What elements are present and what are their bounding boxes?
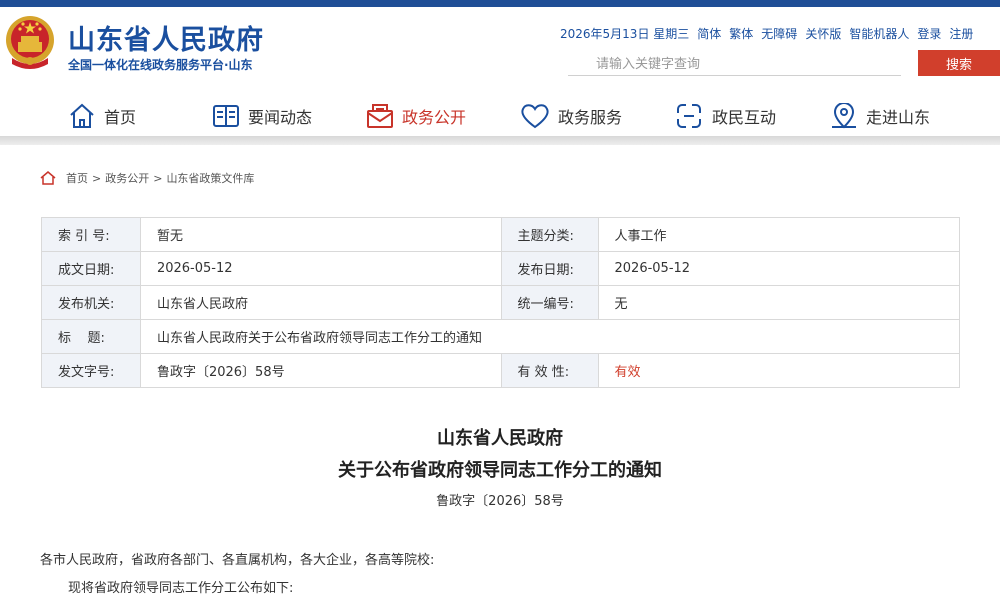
title-label: 标 题: [41, 319, 141, 354]
topic-value: 人事工作 [597, 217, 960, 252]
nav-item-gov-affairs[interactable]: 政务公开 [366, 96, 466, 136]
published-date-label: 发布日期: [500, 251, 599, 286]
doc-number-label: 发文字号: [41, 353, 141, 388]
register-link[interactable]: 注册 [949, 27, 973, 41]
nav-label-interaction: 政民互动 [712, 108, 777, 127]
document-paragraph: 现将省政府领导同志工作分工公布如下: [68, 581, 294, 596]
national-emblem-icon [6, 16, 54, 69]
issuer-value: 山东省人民政府 [139, 285, 502, 320]
nav-label-home: 首页 [104, 108, 137, 127]
table-row: 发布机关: 山东省人民政府 统一编号: 无 [41, 285, 960, 320]
nav-item-shandong[interactable]: 走进山东 [830, 96, 930, 136]
nav-item-services[interactable]: 政务服务 [520, 96, 622, 136]
top-links: 2026年5月13日 星期三 简体 繁体 无障碍 关怀版 智能机器人 登录 注册 [560, 25, 1000, 42]
breadcrumb-separator: > [153, 171, 163, 185]
title-value: 山东省人民政府关于公布省政府领导同志工作分工的通知 [139, 319, 961, 354]
issuer-label: 发布机关: [41, 285, 141, 320]
traditional-link[interactable]: 繁体 [729, 27, 753, 41]
current-date: 2026年5月13日 星期三 [560, 27, 690, 41]
doc-number-value: 鲁政字〔2026〕58号 [139, 353, 502, 388]
mail-icon [367, 104, 393, 128]
table-row: 成文日期: 2026-05-12 发布日期: 2026-05-12 [41, 251, 960, 286]
index-value: 暂无 [139, 217, 502, 252]
breadcrumb-home[interactable]: 首页 [66, 170, 88, 186]
home-icon [70, 103, 94, 128]
search-box [568, 52, 901, 76]
simplified-link[interactable]: 简体 [697, 27, 721, 41]
interaction-icon [677, 104, 701, 128]
robot-link[interactable]: 智能机器人 [849, 27, 909, 41]
nav-label-gov-affairs: 政务公开 [402, 108, 467, 127]
uniform-number-label: 统一编号: [500, 285, 599, 320]
document-number: 鲁政字〔2026〕58号 [436, 494, 564, 509]
nav-label-shandong: 走进山东 [866, 108, 931, 127]
breadcrumb: 首页 > 政务公开 > 山东省政策文件库 [40, 170, 254, 186]
breadcrumb-gov-affairs[interactable]: 政务公开 [105, 170, 149, 186]
location-icon [832, 103, 856, 129]
document-addressee: 各市人民政府，省政府各部门、各直属机构，各大企业，各高等院校: [40, 553, 435, 568]
table-row: 标 题: 山东省人民政府关于公布省政府领导同志工作分工的通知 [41, 319, 961, 354]
main-nav: 首页 要闻动态 政务公开 政务服务 政民互动 走进山东 [0, 96, 1000, 136]
login-link[interactable]: 登录 [917, 27, 941, 41]
top-stripe [0, 0, 1000, 7]
nav-label-news: 要闻动态 [248, 108, 313, 127]
accessible-link[interactable]: 无障碍 [761, 27, 797, 41]
table-row: 索 引 号: 暂无 主题分类: 人事工作 [41, 217, 960, 252]
validity-label: 有 效 性: [500, 353, 599, 388]
search-button[interactable]: 搜索 [918, 50, 1000, 76]
home-icon [40, 171, 56, 185]
created-date-label: 成文日期: [41, 251, 141, 286]
nav-label-services: 政务服务 [558, 108, 623, 127]
breadcrumb-policy-library[interactable]: 山东省政策文件库 [166, 170, 254, 186]
document-title: 关于公布省政府领导同志工作分工的通知 [338, 460, 662, 481]
elderly-mode-link[interactable]: 关怀版 [805, 27, 841, 41]
table-row: 发文字号: 鲁政字〔2026〕58号 有 效 性: 有效 [41, 353, 960, 388]
index-label: 索 引 号: [41, 217, 141, 252]
nav-item-news[interactable]: 要闻动态 [212, 96, 312, 136]
created-date-value: 2026-05-12 [139, 251, 502, 286]
site-title[interactable]: 山东省人民政府 [68, 18, 264, 57]
published-date-value: 2026-05-12 [597, 251, 960, 286]
validity-value: 有效 [597, 353, 960, 388]
breadcrumb-separator: > [92, 171, 102, 185]
document-title-issuer: 山东省人民政府 [437, 428, 563, 449]
heart-icon [521, 104, 549, 129]
nav-item-interaction[interactable]: 政民互动 [674, 96, 776, 136]
topic-label: 主题分类: [500, 217, 599, 252]
document-info-table: 索 引 号: 暂无 主题分类: 人事工作 成文日期: 2026-05-12 发布… [41, 217, 961, 388]
book-icon [213, 105, 239, 127]
search-input[interactable] [596, 54, 896, 74]
site-subtitle: 全国一体化在线政务服务平台·山东 [68, 58, 253, 72]
site-header: 山东省人民政府 全国一体化在线政务服务平台·山东 2026年5月13日 星期三简… [0, 0, 1000, 145]
nav-divider [0, 136, 1000, 145]
uniform-number-value: 无 [597, 285, 960, 320]
nav-item-home[interactable]: 首页 [68, 96, 136, 136]
